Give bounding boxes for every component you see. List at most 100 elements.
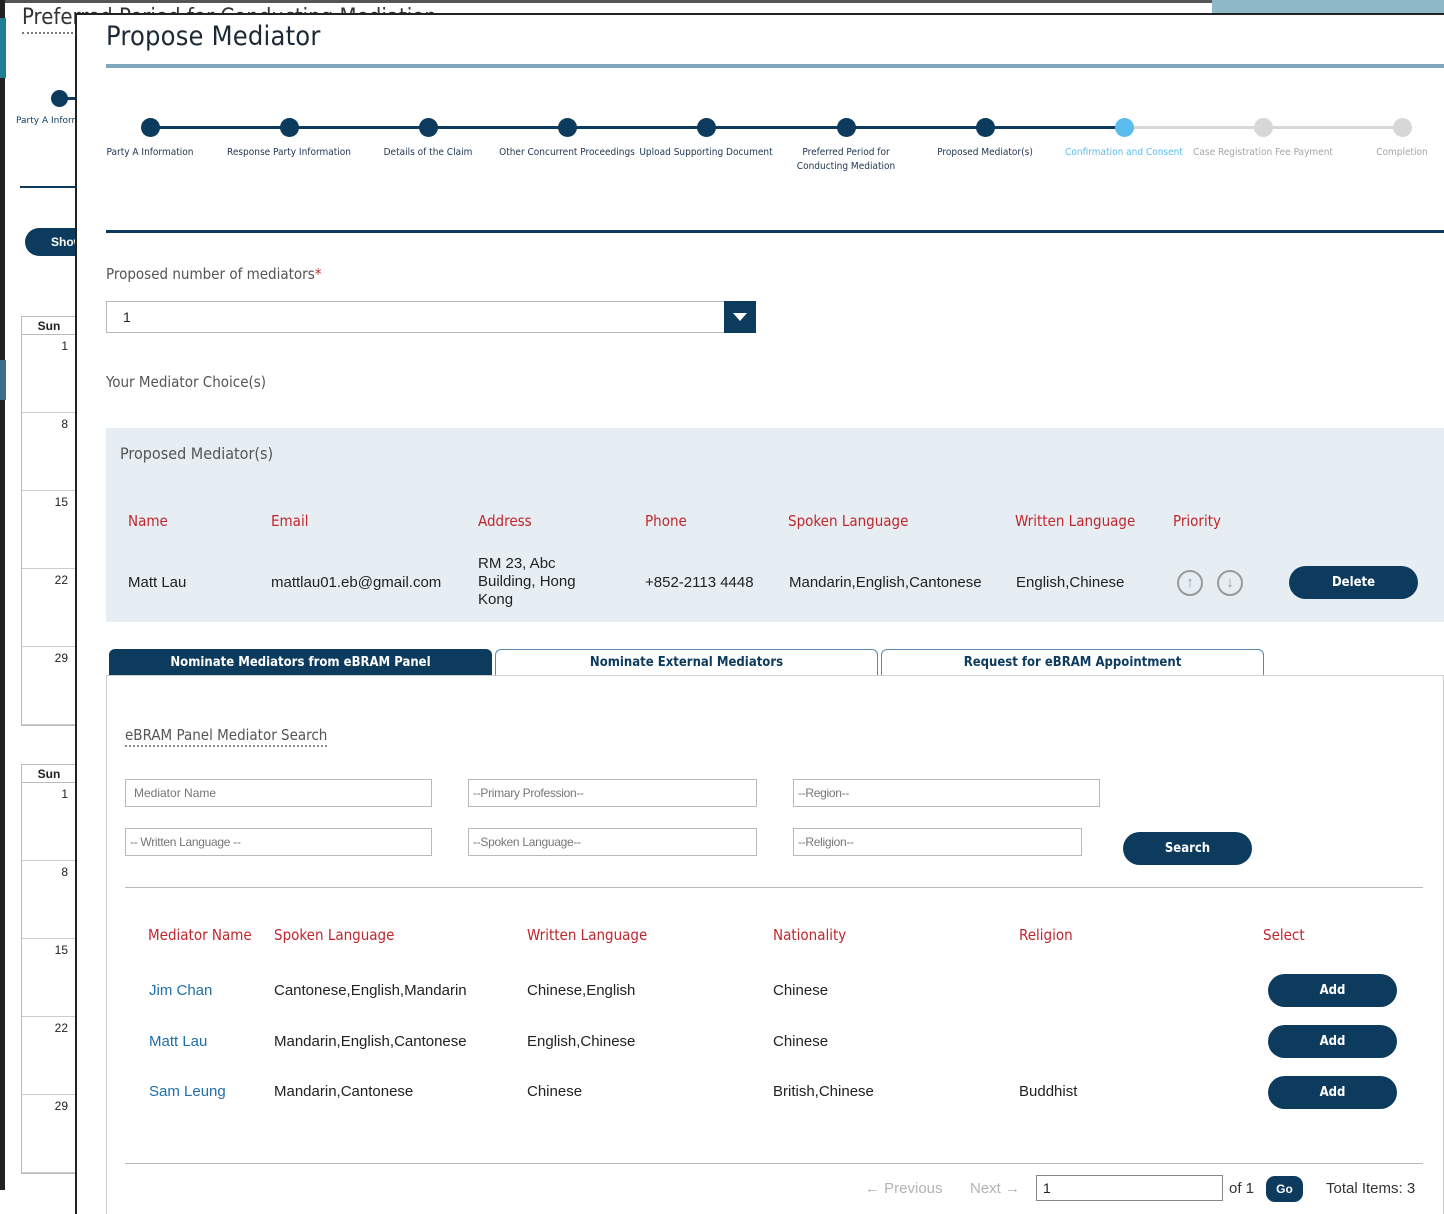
calendar-date-cell[interactable]: 1: [22, 335, 76, 413]
spoken-language-select[interactable]: --Spoken Language--: [468, 828, 757, 856]
proposed-number-select[interactable]: 1: [106, 301, 756, 333]
result-mediator-name-link[interactable]: Sam Leung: [149, 1083, 226, 1100]
calendar-date-cell[interactable]: 29: [22, 647, 76, 725]
proposed-number-label: Proposed number of mediators*: [106, 265, 322, 283]
step-proposed-mediators[interactable]: Proposed Mediator(s): [915, 115, 1055, 160]
result-spoken-language: Cantonese,English,Mandarin: [274, 982, 467, 999]
background-step-dot: [51, 90, 68, 107]
primary-profession-select[interactable]: --Primary Profession--: [468, 779, 757, 807]
calendar-day-header: Sun: [22, 765, 76, 783]
calendar-date-cell[interactable]: 29: [22, 1095, 76, 1173]
tab-request-ebram-appointment[interactable]: Request for eBRAM Appointment: [881, 649, 1264, 676]
step-dot: [836, 118, 856, 137]
tab-nominate-ebram-panel[interactable]: Nominate Mediators from eBRAM Panel: [109, 649, 492, 676]
step-label: Upload Supporting Document: [639, 147, 773, 158]
result-nationality: Chinese: [773, 982, 829, 999]
step-response-party-information[interactable]: Response Party Information: [219, 115, 359, 160]
chevron-down-icon[interactable]: [724, 301, 756, 333]
region-select[interactable]: --Region--: [793, 779, 1100, 807]
result-nationality: Chinese: [773, 1033, 829, 1050]
background-calendar-1: Sun 1 8 15 22 29: [21, 316, 77, 726]
step-dot: [1392, 118, 1412, 137]
step-details-of-the-claim[interactable]: Details of the Claim: [358, 115, 498, 160]
arrow-up-icon[interactable]: ↑: [1177, 570, 1203, 596]
result-header-written-language: Written Language: [527, 926, 648, 944]
result-spoken-language: Mandarin,Cantonese: [274, 1083, 414, 1100]
previous-page-link[interactable]: ← Previous: [865, 1180, 943, 1197]
step-completion: Completion: [1332, 115, 1444, 160]
step-dot: [140, 118, 160, 137]
calendar-date-cell[interactable]: 1: [22, 783, 76, 861]
step-label: Completion: [1376, 147, 1428, 158]
step-label: Other Concurrent Proceedings: [499, 147, 635, 158]
go-button[interactable]: Go: [1266, 1176, 1303, 1202]
result-nationality: British,Chinese: [773, 1083, 874, 1100]
column-header-phone: Phone: [645, 512, 687, 530]
proposed-mediator-written-language: English,Chinese: [1016, 574, 1125, 591]
proposed-mediators-panel: Proposed Mediator(s) Name Email Address …: [106, 428, 1444, 622]
results-divider: [125, 1163, 1423, 1164]
background-top-border: [0, 0, 1212, 3]
delete-button[interactable]: Delete: [1289, 566, 1418, 599]
column-header-priority: Priority: [1173, 512, 1221, 530]
tab-nominate-external[interactable]: Nominate External Mediators: [495, 649, 878, 676]
step-label: Preferred Period for Conducting Mediatio…: [796, 147, 896, 172]
arrow-down-icon[interactable]: ↓: [1217, 570, 1243, 596]
calendar-date-cell[interactable]: 15: [22, 939, 76, 1017]
result-header-nationality: Nationality: [773, 926, 847, 944]
background-calendar-2: Sun 1 8 15 22 29: [21, 764, 77, 1174]
total-items-label: Total Items: 3: [1326, 1180, 1416, 1197]
step-label: Response Party Information: [227, 147, 351, 158]
calendar-date-cell[interactable]: 8: [22, 413, 76, 491]
religion-select[interactable]: --Religion--: [793, 828, 1082, 856]
page-number-input[interactable]: [1036, 1175, 1223, 1201]
column-header-email: Email: [271, 512, 309, 530]
step-label: Case Registration Fee Payment: [1193, 147, 1333, 158]
result-header-religion: Religion: [1019, 926, 1073, 944]
step-dot: [1253, 118, 1273, 137]
column-header-written-language: Written Language: [1015, 512, 1136, 530]
proposed-mediator-spoken-language: Mandarin,English,Cantonese: [789, 574, 982, 591]
result-mediator-name-link[interactable]: Jim Chan: [149, 982, 212, 999]
add-mediator-button[interactable]: Add: [1268, 1025, 1397, 1058]
proposed-mediator-address: RM 23, Abc Building, Hong Kong: [478, 555, 576, 608]
calendar-date-cell[interactable]: 22: [22, 1017, 76, 1095]
column-header-name: Name: [128, 512, 168, 530]
result-religion: Buddhist: [1019, 1083, 1078, 1100]
step-case-registration-fee-payment: Case Registration Fee Payment: [1193, 115, 1333, 160]
search-divider: [125, 887, 1423, 888]
written-language-select[interactable]: -- Written Language --: [125, 828, 432, 856]
step-label: Party A Information: [106, 147, 194, 158]
column-header-address: Address: [478, 512, 532, 530]
propose-mediator-modal: Propose Mediator Party A Information Res…: [75, 13, 1444, 1214]
calendar-date-cell[interactable]: 15: [22, 491, 76, 569]
background-left-border: [0, 0, 5, 1190]
next-page-link[interactable]: Next →: [970, 1180, 1020, 1197]
step-confirmation-and-consent[interactable]: Confirmation and Consent: [1054, 115, 1194, 160]
search-button[interactable]: Search: [1123, 832, 1252, 865]
mediator-name-input[interactable]: [125, 779, 432, 807]
background-header-image: [1212, 0, 1444, 14]
result-header-select: Select: [1263, 926, 1305, 944]
proposed-number-value: 1: [123, 309, 131, 325]
step-label: Confirmation and Consent: [1065, 147, 1183, 158]
step-dot: [557, 118, 577, 137]
proposed-mediator-phone: +852-2113 4448: [645, 574, 754, 591]
modal-title: Propose Mediator: [106, 21, 321, 52]
calendar-date-cell[interactable]: 8: [22, 861, 76, 939]
proposed-mediator-email: mattlau01.eb@gmail.com: [271, 574, 442, 591]
step-party-a-information[interactable]: Party A Information: [80, 115, 220, 160]
proposed-mediators-title: Proposed Mediator(s): [120, 444, 274, 463]
step-label: Proposed Mediator(s): [937, 147, 1033, 158]
step-upload-supporting-document[interactable]: Upload Supporting Document: [636, 115, 776, 160]
add-mediator-button[interactable]: Add: [1268, 1076, 1397, 1109]
add-mediator-button[interactable]: Add: [1268, 974, 1397, 1007]
result-mediator-name-link[interactable]: Matt Lau: [149, 1033, 207, 1050]
background-accent-strip: [0, 18, 6, 78]
result-header-mediator-name: Mediator Name: [148, 926, 252, 944]
step-dot: [1114, 118, 1134, 137]
step-other-concurrent-proceedings[interactable]: Other Concurrent Proceedings: [497, 115, 637, 160]
step-preferred-period[interactable]: Preferred Period for Conducting Mediatio…: [776, 115, 916, 174]
calendar-date-cell[interactable]: 22: [22, 569, 76, 647]
result-written-language: Chinese: [527, 1083, 583, 1100]
